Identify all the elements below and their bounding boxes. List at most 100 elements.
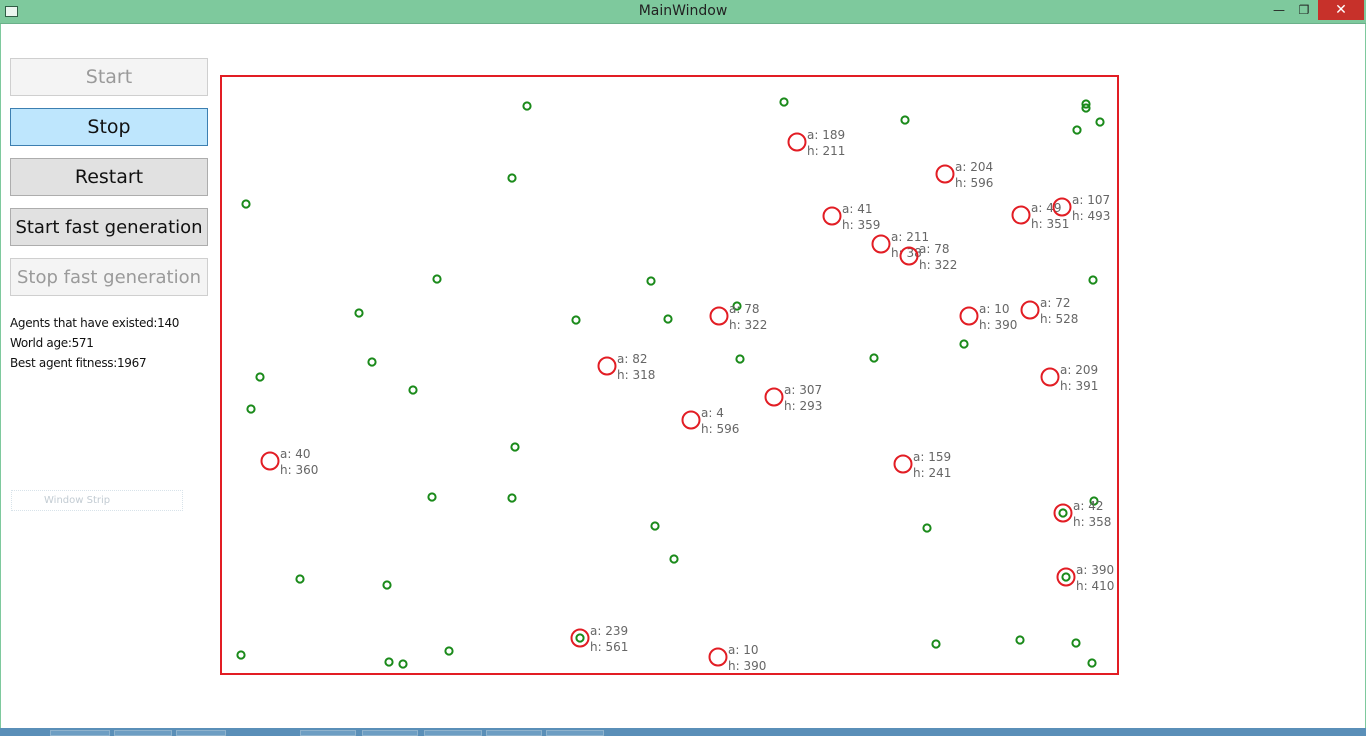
agents-existed-label: Agents that have existed:140 [10, 316, 180, 330]
taskbar-item[interactable] [114, 730, 172, 736]
agent: a: 307 h: 293 [764, 383, 822, 413]
agent-health-label: h: 596 [701, 422, 739, 436]
food-item [295, 574, 305, 584]
agent: a: 159 h: 241 [893, 450, 951, 480]
agent-age-label: a: 209 [1060, 363, 1098, 377]
agent-body [708, 647, 728, 667]
food-item [241, 199, 251, 209]
agent-health-label: h: 390 [979, 318, 1017, 332]
restore-button[interactable]: ❐ [1293, 0, 1315, 20]
agent-age-label: a: 10 [979, 302, 1009, 316]
food-item [1072, 125, 1082, 135]
agent-body [709, 306, 729, 326]
agent-age-label: a: 390 [1076, 563, 1114, 577]
restart-button[interactable]: Restart [10, 158, 208, 196]
food-item [236, 650, 246, 660]
agent-age-label: a: 239 [590, 624, 628, 638]
start-fast-generation-button[interactable]: Start fast generation [10, 208, 208, 246]
window-title: MainWindow [638, 3, 728, 19]
agent: a: 390 h: 410 [1056, 563, 1114, 593]
agent: a: 78 h: 322 [709, 302, 767, 332]
start-button[interactable]: Start [10, 58, 208, 96]
food-item [931, 639, 941, 649]
food-item [1087, 658, 1097, 668]
agent-health-label: h: 293 [784, 399, 822, 413]
agent-body [822, 206, 842, 226]
agent: a: 10 h: 390 [708, 643, 766, 673]
agent-age-label: a: 82 [617, 352, 647, 366]
taskbar-item[interactable] [362, 730, 418, 736]
agent-age-label: a: 204 [955, 160, 993, 174]
food-item [669, 554, 679, 564]
simulation-world: a: 189 h: 211 a: 204 h: 596 a: 41 h: 359 a: 49… [220, 75, 1119, 675]
food-item [444, 646, 454, 656]
food-item [779, 97, 789, 107]
agent-body [1011, 205, 1031, 225]
agent-age-label: a: 78 [729, 302, 759, 316]
agent: a: 204 h: 596 [935, 160, 993, 190]
agent-body [871, 234, 891, 254]
agent-body [570, 628, 590, 648]
food-item [507, 493, 517, 503]
close-button[interactable]: ✕ [1318, 0, 1364, 20]
agent-health-label: h: 211 [807, 144, 845, 158]
taskbar-item[interactable] [546, 730, 604, 736]
agent-age-label: a: 10 [728, 643, 758, 657]
agent: a: 209 h: 391 [1040, 363, 1098, 393]
taskbar-item[interactable] [50, 730, 110, 736]
agent-health-label: h: 359 [842, 218, 880, 232]
agent-health-label: h: 322 [729, 318, 767, 332]
agent-age-label: a: 42 [1073, 499, 1103, 513]
taskbar-item[interactable] [486, 730, 542, 736]
food-item [1015, 635, 1025, 645]
agent: a: 10 h: 390 [959, 302, 1017, 332]
food-item [382, 580, 392, 590]
food-item [1061, 572, 1071, 582]
food-item [900, 115, 910, 125]
agent-body [1053, 503, 1073, 523]
food-item [522, 101, 532, 111]
agent-health-label: h: 561 [590, 640, 628, 654]
agent-health-label: h: 318 [617, 368, 655, 382]
agent-health-label: h: 410 [1076, 579, 1114, 593]
food-item [408, 385, 418, 395]
window-frame-left [0, 24, 1, 730]
window-strip: Window Strip [11, 490, 183, 511]
agent-age-label: a: 4 [701, 406, 724, 420]
agent-health-label: h: 358 [1073, 515, 1111, 529]
taskbar-item[interactable] [176, 730, 226, 736]
agent: a: 189 h: 211 [787, 128, 845, 158]
agent-health-label: h: 596 [955, 176, 993, 190]
agent-age-label: a: 40 [280, 447, 310, 461]
food-item [1095, 117, 1105, 127]
agent-health-label: h: 351 [1031, 217, 1069, 231]
agent-age-label: a: 189 [807, 128, 845, 142]
agent-body [787, 132, 807, 152]
taskbar-item[interactable] [300, 730, 356, 736]
world-canvas: a: 189h: 211a: 204h: 596a: 41h: 359a: 49… [236, 97, 1114, 673]
stop-fast-generation-button[interactable]: Stop fast generation [10, 258, 208, 296]
agent-age-label: a: 72 [1040, 296, 1070, 310]
minimize-button[interactable]: — [1268, 0, 1290, 20]
agent-body [597, 356, 617, 376]
agent-health-label: h: 390 [728, 659, 766, 673]
best-fitness-label: Best agent fitness:1967 [10, 356, 147, 370]
stop-button[interactable]: Stop [10, 108, 208, 146]
agent-health-label: h: 528 [1040, 312, 1078, 326]
food-item [869, 353, 879, 363]
food-item [735, 354, 745, 364]
taskbar-item[interactable] [424, 730, 482, 736]
title-bar[interactable]: MainWindow — ❐ ✕ [0, 0, 1366, 24]
agent: a: 239 h: 561 [570, 624, 628, 654]
agent-body [1056, 567, 1076, 587]
food-item [575, 633, 585, 643]
agent: a: 40 h: 360 [260, 447, 318, 477]
agent-age-label: a: 307 [784, 383, 822, 397]
food-item [398, 659, 408, 669]
food-item [384, 657, 394, 667]
food-item [1071, 638, 1081, 648]
agent-health-label: h: 360 [280, 463, 318, 477]
food-item [246, 404, 256, 414]
agent: a: 4 h: 596 [681, 406, 739, 436]
food-item [646, 276, 656, 286]
